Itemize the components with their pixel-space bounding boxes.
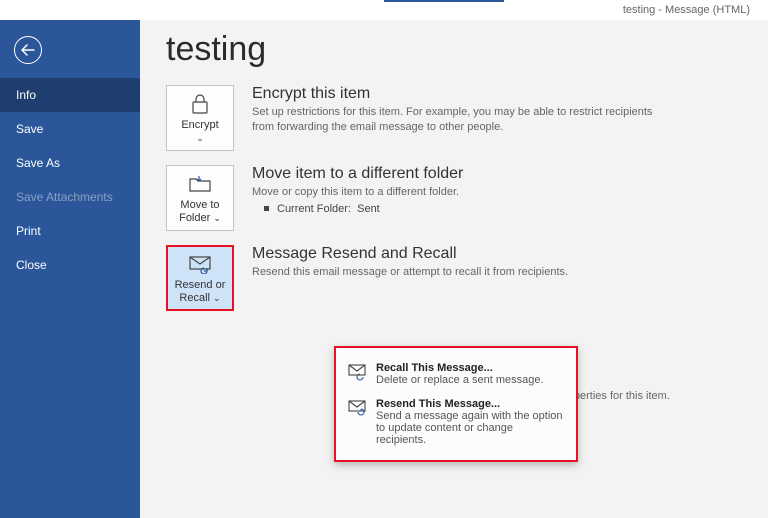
resend-desc: Resend this email message or attempt to … [252, 265, 568, 280]
backstage-sidebar: Info Save Save As Save Attachments Print… [0, 20, 140, 518]
resend-recall-menu: Recall This Message... Delete or replace… [334, 346, 578, 462]
backstage-main: testing Encrypt ⌄ Encrypt this item Set u… [140, 20, 768, 518]
nav-save[interactable]: Save [0, 112, 140, 146]
bullet-icon [264, 206, 269, 211]
window-title: testing - Message (HTML) [623, 4, 750, 16]
menu-item-desc: Send a message again with the option to … [376, 410, 564, 446]
nav-info[interactable]: Info [0, 78, 140, 112]
tile-label: Encrypt [181, 119, 218, 131]
chevron-down-icon: ⌄ [196, 133, 204, 143]
back-button[interactable] [14, 36, 42, 64]
title-accent [384, 0, 504, 2]
folder-move-icon [188, 174, 212, 194]
chevron-down-icon: ⌄ [213, 293, 221, 303]
move-desc: Move or copy this item to a different fo… [252, 185, 463, 200]
menu-recall-message[interactable]: Recall This Message... Delete or replace… [340, 356, 572, 392]
nav-label: Save As [16, 156, 60, 170]
encrypt-heading: Encrypt this item [252, 85, 672, 103]
menu-item-title: Recall This Message... [376, 362, 544, 374]
nav-label: Print [16, 224, 41, 238]
page-title: testing [166, 30, 748, 69]
encrypt-desc: Set up restrictions for this item. For e… [252, 105, 672, 135]
title-bar: testing - Message (HTML) [0, 0, 768, 20]
nav-label: Save Attachments [16, 190, 113, 204]
nav-save-as[interactable]: Save As [0, 146, 140, 180]
menu-item-title: Resend This Message... [376, 398, 564, 410]
current-folder-label: Current Folder: [277, 203, 351, 215]
resend-heading: Message Resend and Recall [252, 245, 568, 263]
nav-save-attachments: Save Attachments [0, 180, 140, 214]
move-tile[interactable]: Move to Folder ⌄ [166, 165, 234, 231]
lock-icon [190, 93, 210, 115]
nav-print[interactable]: Print [0, 214, 140, 248]
section-encrypt: Encrypt ⌄ Encrypt this item Set up restri… [166, 85, 748, 151]
envelope-recall-icon [348, 363, 368, 381]
envelope-refresh-icon [188, 254, 212, 274]
section-resend-recall: Resend or Recall ⌄ Message Resend and Re… [166, 245, 748, 311]
section-move: Move to Folder ⌄ Move item to a differen… [166, 165, 748, 231]
arrow-left-icon [21, 44, 35, 56]
current-folder-line: Current Folder: Sent [252, 203, 463, 215]
envelope-resend-icon [348, 399, 368, 417]
nav-label: Close [16, 258, 47, 272]
chevron-down-icon: ⌄ [213, 213, 221, 223]
menu-resend-message[interactable]: Resend This Message... Send a message ag… [340, 392, 572, 452]
nav-label: Save [16, 122, 43, 136]
nav-close[interactable]: Close [0, 248, 140, 282]
resend-recall-tile[interactable]: Resend or Recall ⌄ [166, 245, 234, 311]
nav-label: Info [16, 88, 36, 102]
encrypt-tile[interactable]: Encrypt ⌄ [166, 85, 234, 151]
move-heading: Move item to a different folder [252, 165, 463, 183]
menu-item-desc: Delete or replace a sent message. [376, 374, 544, 386]
current-folder-value: Sent [357, 203, 380, 215]
